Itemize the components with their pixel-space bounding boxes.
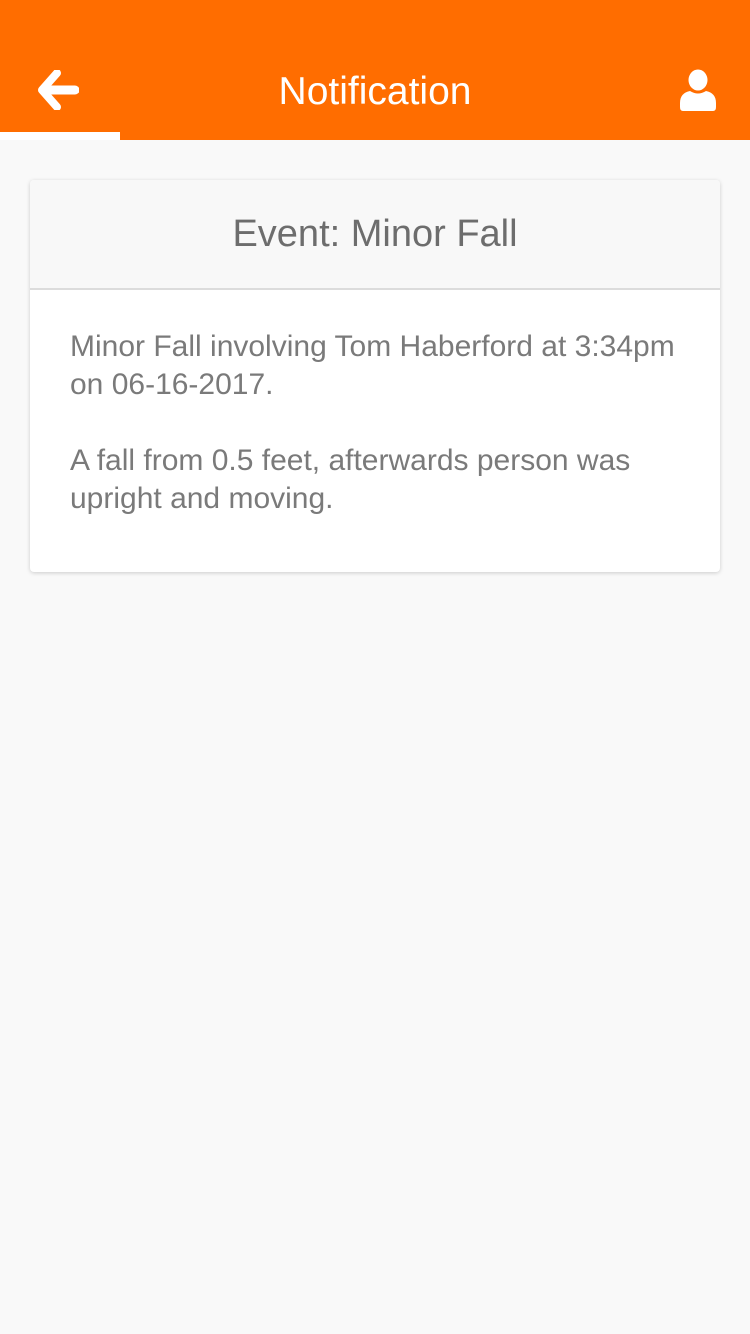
profile-button[interactable]	[672, 62, 724, 118]
page-title: Notification	[278, 70, 472, 113]
event-card: Event: Minor Fall Minor Fall involving T…	[30, 180, 720, 572]
event-card-header: Event: Minor Fall	[30, 180, 720, 290]
event-card-body: Minor Fall involving Tom Haberford at 3:…	[30, 290, 720, 518]
user-icon	[680, 69, 716, 111]
active-tab-indicator	[0, 132, 120, 140]
event-summary-text: Minor Fall involving Tom Haberford at 3:…	[70, 330, 675, 401]
event-title: Event: Minor Fall	[232, 213, 518, 255]
top-app-bar: Notification	[0, 0, 750, 140]
event-detail-text: A fall from 0.5 feet, afterwards person …	[70, 444, 631, 515]
